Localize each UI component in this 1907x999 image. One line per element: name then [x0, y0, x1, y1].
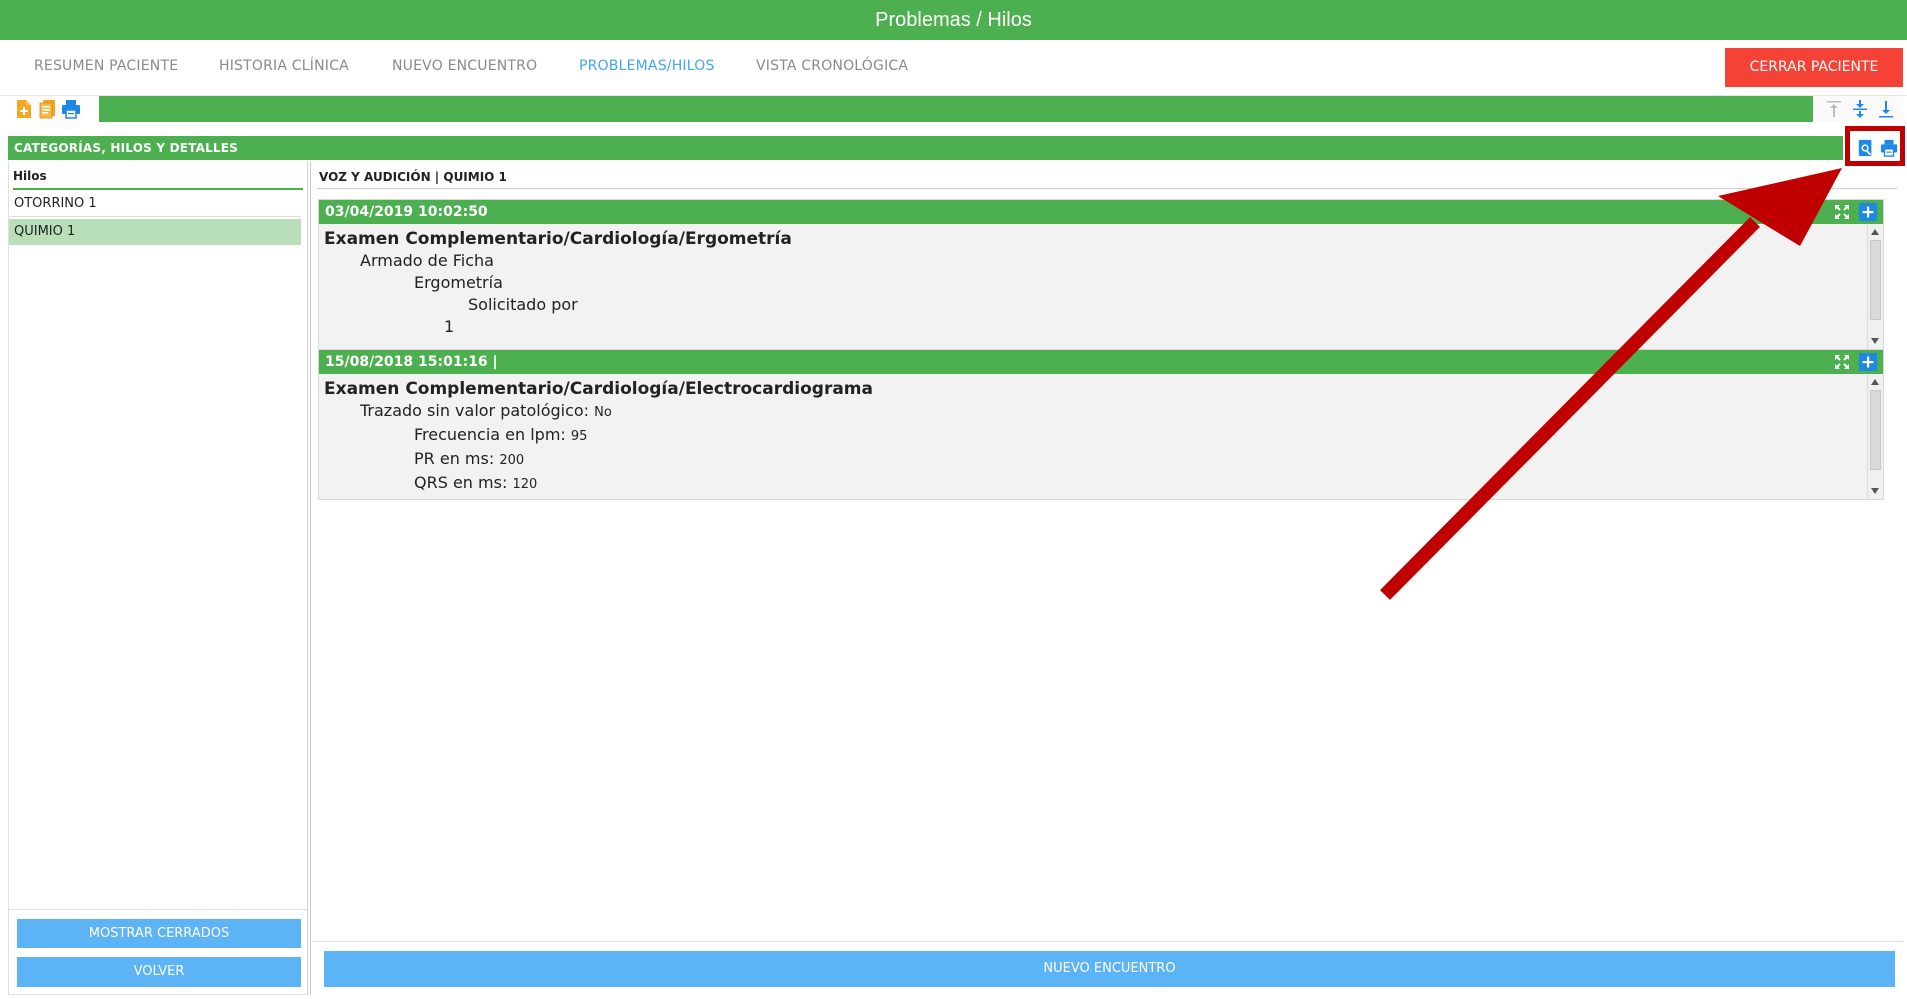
tab-vista-cronologica[interactable]: VISTA CRONOLÓGICA — [756, 58, 908, 74]
scroll-top-icon[interactable] — [1824, 99, 1844, 119]
entry-line: Ergometría — [414, 273, 503, 292]
entry-timestamp: 03/04/2019 10:02:50 — [325, 204, 488, 220]
threads-heading-underline — [13, 188, 303, 190]
tab-nuevo-encuentro[interactable]: NUEVO ENCUENTRO — [392, 58, 537, 74]
scrollbar-thumb[interactable] — [1870, 390, 1881, 470]
entry-header: 15/08/2018 15:01:16 | — [319, 350, 1883, 374]
print-icon[interactable] — [61, 99, 81, 119]
print-section-icon[interactable] — [1880, 139, 1898, 157]
tab-historia-clinica[interactable]: HISTORIA CLÍNICA — [219, 58, 349, 74]
back-button[interactable]: VOLVER — [17, 957, 301, 987]
entry-actions — [1833, 353, 1877, 371]
add-icon[interactable] — [1859, 203, 1877, 221]
section-title: CATEGORÍAS, HILOS Y DETALLES — [14, 141, 239, 155]
show-closed-button[interactable]: MOSTRAR CERRADOS — [17, 919, 301, 948]
toolbar-filter-bar — [99, 96, 1813, 122]
scroll-down-icon[interactable] — [1871, 488, 1879, 494]
entry-line: Armado de Ficha — [360, 251, 494, 270]
entry-timestamp: 15/08/2018 15:01:16 | — [325, 354, 498, 370]
toolbar — [8, 96, 1903, 124]
divider — [9, 909, 308, 910]
threads-heading: Hilos — [13, 169, 47, 183]
entry-body: Examen Complementario/Cardiología/Electr… — [319, 374, 1883, 499]
scrollbar-thumb[interactable] — [1870, 240, 1881, 320]
tab-resumen-paciente[interactable]: RESUMEN PACIENTE — [34, 58, 178, 74]
section-tools — [1843, 136, 1903, 160]
entry-header: 03/04/2019 10:02:50 — [319, 200, 1883, 224]
divider — [311, 941, 1903, 942]
entry-line: 1 — [444, 317, 455, 336]
section-header: CATEGORÍAS, HILOS Y DETALLES — [8, 136, 1903, 160]
details-panel: VOZ Y AUDICIÓN | QUIMIO 1 03/04/2019 10:… — [310, 161, 1903, 995]
thread-item-otorrino[interactable]: OTORRINO 1 — [9, 191, 301, 217]
thread-item-quimio[interactable]: QUIMIO 1 — [9, 219, 301, 245]
entry-scrollbar[interactable] — [1867, 374, 1883, 499]
thread-item-label: OTORRINO 1 — [14, 196, 97, 211]
entry-actions — [1833, 203, 1877, 221]
entry-field: QRS en ms: 120 — [414, 473, 538, 492]
add-icon[interactable] — [1859, 353, 1877, 371]
window-title: Problemas / Hilos — [0, 0, 1907, 40]
threads-panel: Hilos OTORRINO 1 QUIMIO 1 MOSTRAR CERRAD… — [8, 161, 308, 995]
entry-scrollbar[interactable] — [1867, 224, 1883, 349]
scroll-up-icon[interactable] — [1871, 379, 1879, 385]
tab-problemas-hilos[interactable]: PROBLEMAS/HILOS — [579, 58, 715, 74]
toolbar-nav-group — [1813, 96, 1903, 122]
notebook-icon[interactable] — [38, 99, 58, 119]
scroll-down-icon[interactable] — [1871, 338, 1879, 344]
preview-icon[interactable] — [1857, 139, 1875, 157]
encounter-entry: 15/08/2018 15:01:16 | Examen Complementa… — [318, 349, 1884, 500]
entry-title: Examen Complementario/Cardiología/Electr… — [324, 379, 873, 399]
scroll-bottom-icon[interactable] — [1876, 99, 1896, 119]
encounter-entry: 03/04/2019 10:02:50 Examen Complementari… — [318, 199, 1884, 350]
new-document-icon[interactable] — [14, 99, 34, 119]
nav-bar: RESUMEN PACIENTE HISTORIA CLÍNICA NUEVO … — [0, 40, 1907, 96]
new-encounter-button[interactable]: NUEVO ENCUENTRO — [324, 951, 1895, 987]
entry-field: Trazado sin valor patológico: No — [360, 401, 612, 420]
entry-body: Examen Complementario/Cardiología/Ergome… — [319, 224, 1883, 349]
expand-icon[interactable] — [1833, 203, 1851, 221]
expand-icon[interactable] — [1833, 353, 1851, 371]
breadcrumb: VOZ Y AUDICIÓN | QUIMIO 1 — [319, 170, 507, 184]
scroll-up-icon[interactable] — [1871, 229, 1879, 235]
collapse-all-icon[interactable] — [1850, 99, 1870, 119]
close-patient-button[interactable]: CERRAR PACIENTE — [1725, 48, 1903, 87]
entry-field: PR en ms: 200 — [414, 449, 525, 468]
entry-line: Solicitado por — [468, 295, 578, 314]
entry-title: Examen Complementario/Cardiología/Ergome… — [324, 229, 792, 249]
thread-item-label: QUIMIO 1 — [14, 224, 76, 239]
breadcrumb-underline — [317, 188, 1897, 189]
entry-field: Frecuencia en lpm: 95 — [414, 425, 588, 444]
